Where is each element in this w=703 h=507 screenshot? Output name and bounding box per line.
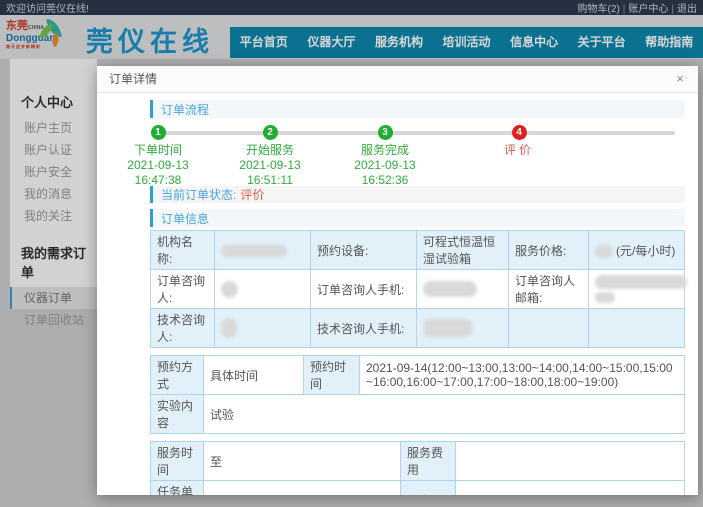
step-time: 16:51:11 [215, 173, 325, 188]
empty-cell [589, 309, 685, 348]
table-row: 任务单号 报告号 [151, 481, 685, 496]
order-contact-label: 订单咨询人: [151, 270, 215, 309]
section-order-flow: 订单流程 [150, 100, 685, 118]
step-circle: 4 [512, 125, 527, 140]
step-review: 4 评价 [464, 122, 574, 158]
booking-table: 预约方式 具体时间 预约时间 2021-09-14(12:00~13:00,13… [150, 355, 685, 434]
experiment-content-value: 试验 [204, 395, 685, 434]
section-accent-bar [150, 209, 153, 227]
step-time: 16:47:38 [103, 173, 213, 188]
section-accent-bar [150, 186, 153, 203]
redacted-value [423, 319, 473, 337]
redacted-value [423, 281, 477, 297]
step-circle: 3 [378, 125, 393, 140]
status-label: 当前订单状态: [161, 186, 236, 203]
booking-method-label: 预约方式 [151, 356, 204, 395]
step-label: 评价 [464, 141, 574, 158]
step-order-placed: 1 下单时间 2021-09-13 16:47:38 [103, 122, 213, 188]
step-date: 2021-09-13 [330, 158, 440, 173]
step-date: 2021-09-13 [103, 158, 213, 173]
order-phone-value [417, 270, 509, 309]
section-order-info: 订单信息 [150, 209, 685, 227]
step-date: 2021-09-13 [215, 158, 325, 173]
modal-title: 订单详情 [109, 72, 157, 86]
order-progress: 1 下单时间 2021-09-13 16:47:38 2 开始服务 2021-0… [150, 122, 685, 186]
table-row: 预约方式 具体时间 预约时间 2021-09-14(12:00~13:00,13… [151, 356, 685, 395]
service-table: 服务时间 至 服务费用 任务单号 报告号 [150, 441, 685, 495]
tech-phone-label: 技术咨询人手机: [311, 309, 417, 348]
step-label: 下单时间 [103, 141, 213, 158]
service-time-label: 服务时间 [151, 442, 204, 481]
redacted-value [595, 275, 687, 289]
price-unit: (元/每小时) [616, 244, 675, 258]
step-service-done: 3 服务完成 2021-09-13 16:52:36 [330, 122, 440, 188]
current-status-row: 当前订单状态: 评价 [150, 186, 685, 203]
tech-contact-value [215, 309, 311, 348]
experiment-content-label: 实验内容 [151, 395, 204, 434]
redacted-value [221, 318, 237, 338]
table-row: 技术咨询人: 技术咨询人手机: [151, 309, 685, 348]
status-value: 评价 [240, 186, 264, 203]
modal-body: 订单流程 1 下单时间 2021-09-13 16:47:38 2 开始服务 2… [97, 94, 698, 495]
booking-time-value: 2021-09-14(12:00~13:00,13:00~14:00,14:00… [360, 356, 685, 395]
table-row: 服务时间 至 服务费用 [151, 442, 685, 481]
price-label: 服务价格: [509, 231, 589, 270]
report-number-label: 报告号 [401, 481, 456, 496]
order-detail-modal: 订单详情 × 订单流程 1 下单时间 2021-09-13 16:47:38 2… [97, 66, 698, 495]
task-number-label: 任务单号 [151, 481, 204, 496]
tech-contact-label: 技术咨询人: [151, 309, 215, 348]
order-info-table: 机构名称: 预约设备: 可程式恒温恒湿试验箱 服务价格: (元/每小时) 订单咨… [150, 230, 685, 348]
service-fee-label: 服务费用 [401, 442, 456, 481]
section-accent-bar [150, 100, 153, 118]
close-icon[interactable]: × [676, 66, 684, 92]
price-value: (元/每小时) [589, 231, 685, 270]
section-title: 订单信息 [161, 210, 209, 227]
device-value: 可程式恒温恒湿试验箱 [417, 231, 509, 270]
table-row: 机构名称: 预约设备: 可程式恒温恒湿试验箱 服务价格: (元/每小时) [151, 231, 685, 270]
step-service-start: 2 开始服务 2021-09-13 16:51:11 [215, 122, 325, 188]
redacted-value [221, 281, 238, 298]
order-mail-label: 订单咨询人邮箱: [509, 270, 589, 309]
booking-time-label: 预约时间 [304, 356, 360, 395]
tech-phone-value [417, 309, 509, 348]
section-title: 订单流程 [161, 101, 209, 118]
report-number-value [456, 481, 685, 496]
device-label: 预约设备: [311, 231, 417, 270]
task-number-value [204, 481, 401, 496]
order-mail-value [589, 270, 685, 309]
booking-method-value: 具体时间 [204, 356, 304, 395]
redacted-value [221, 245, 287, 257]
empty-cell [509, 309, 589, 348]
order-phone-label: 订单咨询人手机: [311, 270, 417, 309]
step-label: 服务完成 [330, 141, 440, 158]
table-row: 订单咨询人: 订单咨询人手机: 订单咨询人邮箱: [151, 270, 685, 309]
org-name-label: 机构名称: [151, 231, 215, 270]
redacted-value [595, 292, 615, 303]
step-label: 开始服务 [215, 141, 325, 158]
modal-header: 订单详情 × [97, 66, 698, 93]
service-fee-value [456, 442, 685, 481]
org-name-value [215, 231, 311, 270]
service-time-value: 至 [204, 442, 401, 481]
step-time: 16:52:36 [330, 173, 440, 188]
table-row: 实验内容 试验 [151, 395, 685, 434]
step-circle: 2 [263, 125, 278, 140]
redacted-value [595, 245, 613, 258]
order-contact-value [215, 270, 311, 309]
step-circle: 1 [151, 125, 166, 140]
